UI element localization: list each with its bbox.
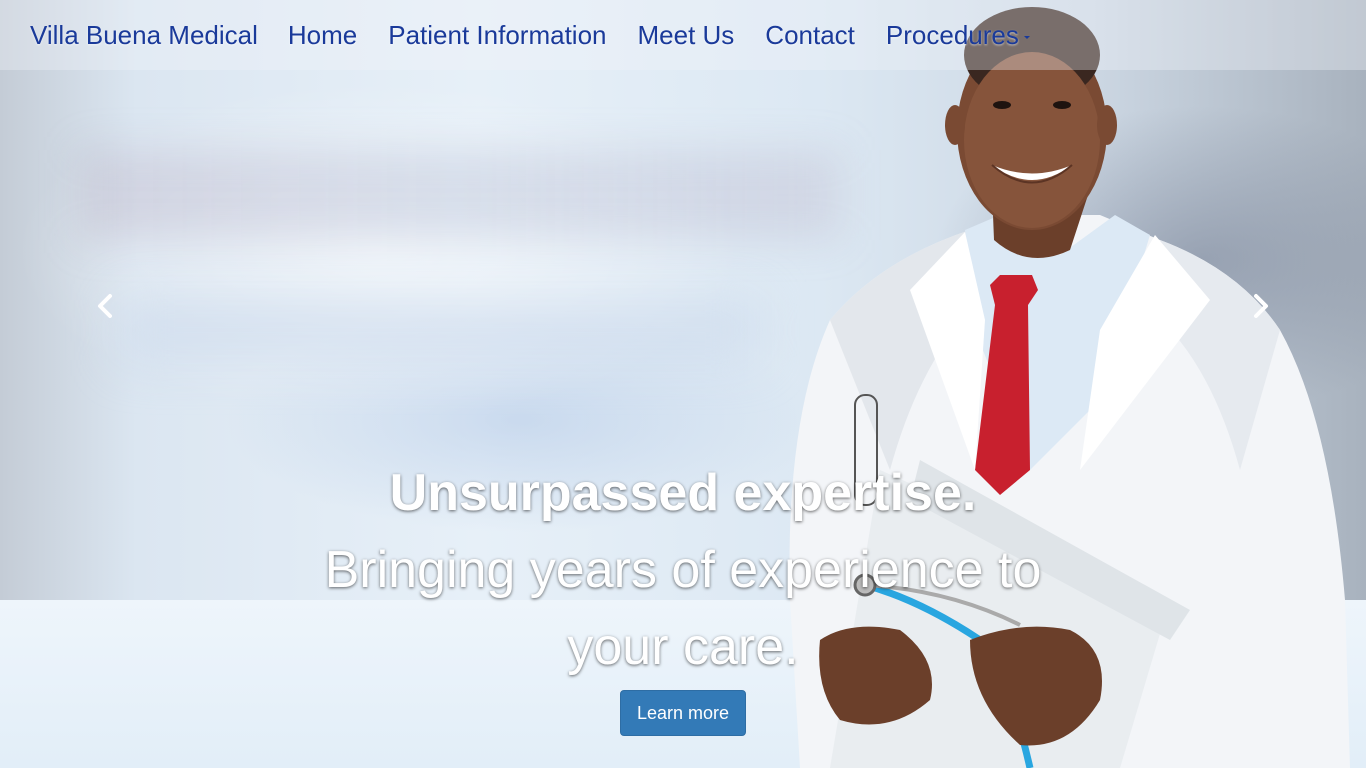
nav-link-contact[interactable]: Contact xyxy=(765,20,855,51)
nav-dropdown-label[interactable]: Procedures xyxy=(886,20,1019,51)
brand-link[interactable]: Villa Buena Medical xyxy=(30,20,258,51)
caret-down-icon xyxy=(1023,35,1030,39)
caption-line-2: Bringing years of experience to your car… xyxy=(324,541,1042,676)
hero-carousel: Villa Buena Medical Home Patient Informa… xyxy=(0,0,1366,768)
nav-dropdown-procedures[interactable]: Procedures xyxy=(886,20,1030,51)
carousel-prev-button[interactable] xyxy=(90,290,120,322)
caption-heading: Unsurpassed expertise. Bringing years of… xyxy=(300,455,1066,686)
chevron-right-icon xyxy=(1254,294,1268,318)
background-blur xyxy=(120,300,760,360)
carousel-caption: Unsurpassed expertise. Bringing years of… xyxy=(300,455,1066,686)
nav-link-home[interactable]: Home xyxy=(288,20,357,51)
top-navbar: Villa Buena Medical Home Patient Informa… xyxy=(0,0,1366,70)
background-blur xyxy=(80,150,840,240)
carousel-next-button[interactable] xyxy=(1246,290,1276,322)
nav-link-meet-us[interactable]: Meet Us xyxy=(637,20,734,51)
nav-link-patient-information[interactable]: Patient Information xyxy=(388,20,606,51)
caption-line-1: Unsurpassed expertise. xyxy=(389,464,977,522)
learn-more-button[interactable]: Learn more xyxy=(620,690,746,736)
chevron-left-icon xyxy=(98,294,112,318)
